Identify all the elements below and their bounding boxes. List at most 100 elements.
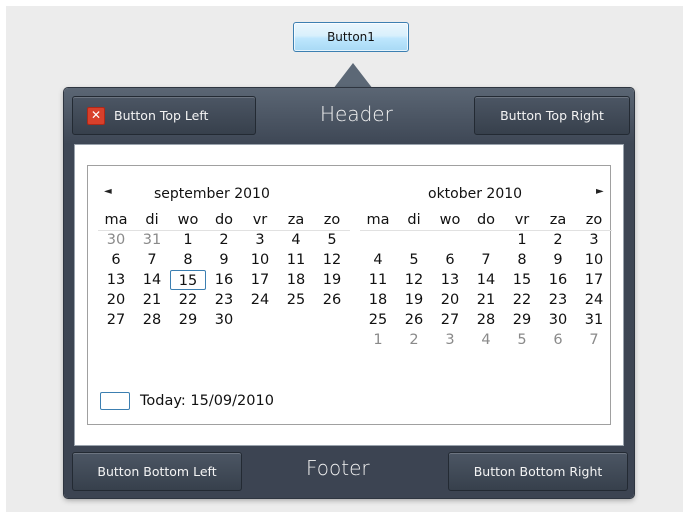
empty-cell bbox=[278, 310, 314, 330]
button-top-right[interactable]: Button Top Right bbox=[474, 96, 630, 135]
day-cell[interactable]: 30 bbox=[206, 310, 242, 330]
next-month-icon[interactable]: ► bbox=[596, 186, 604, 197]
day-cell[interactable]: 2 bbox=[540, 230, 576, 250]
week-row: 18 19 20 21 22 23 24 bbox=[360, 290, 612, 310]
day-cell[interactable]: 29 bbox=[170, 310, 206, 330]
button-bottom-right[interactable]: Button Bottom Right bbox=[448, 452, 628, 491]
weekday-label: wo bbox=[439, 212, 461, 228]
selected-day-cell[interactable]: 15 bbox=[170, 270, 206, 290]
day-cell[interactable]: 10 bbox=[242, 250, 278, 270]
week-row: 30 31 1 2 3 4 5 bbox=[98, 230, 350, 250]
day-cell[interactable]: 2 bbox=[206, 230, 242, 250]
day-cell[interactable]: 8 bbox=[504, 250, 540, 270]
day-cell[interactable]: 26 bbox=[396, 310, 432, 330]
day-cell[interactable]: 27 bbox=[98, 310, 134, 330]
day-cell[interactable]: 7 bbox=[576, 330, 612, 350]
day-cell[interactable]: 19 bbox=[396, 290, 432, 310]
day-cell[interactable]: 25 bbox=[360, 310, 396, 330]
day-cell[interactable]: 23 bbox=[206, 290, 242, 310]
button1-label: Button1 bbox=[327, 30, 375, 44]
popup-panel: ✕ Button Top Left Header Button Top Righ… bbox=[64, 88, 634, 498]
button-bottom-right-label: Button Bottom Right bbox=[473, 464, 603, 479]
today-label: Today: 15/09/2010 bbox=[140, 393, 274, 409]
day-cell[interactable]: 1 bbox=[504, 230, 540, 250]
day-cell[interactable]: 17 bbox=[242, 270, 278, 290]
day-cell[interactable]: 11 bbox=[278, 250, 314, 270]
week-row: 25 26 27 28 29 30 31 bbox=[360, 310, 612, 330]
day-cell[interactable]: 16 bbox=[206, 270, 242, 290]
day-cell[interactable]: 18 bbox=[278, 270, 314, 290]
day-cell[interactable]: 7 bbox=[468, 250, 504, 270]
day-cell[interactable]: 20 bbox=[98, 290, 134, 310]
day-cell[interactable]: 15 bbox=[504, 270, 540, 290]
day-cell[interactable]: 1 bbox=[360, 330, 396, 350]
day-cell[interactable]: 14 bbox=[468, 270, 504, 290]
button-top-right-label: Button Top Right bbox=[500, 108, 604, 123]
day-cell[interactable]: 7 bbox=[134, 250, 170, 270]
empty-cell bbox=[314, 330, 350, 350]
day-cell[interactable]: 23 bbox=[540, 290, 576, 310]
day-cell[interactable]: 4 bbox=[278, 230, 314, 250]
day-cell[interactable]: 13 bbox=[432, 270, 468, 290]
month-title-oktober[interactable]: oktober 2010 bbox=[428, 186, 522, 202]
empty-cell bbox=[432, 230, 468, 250]
weekday-label: di bbox=[407, 212, 421, 228]
day-cell[interactable]: 10 bbox=[576, 250, 612, 270]
week-row: 27 28 29 30 bbox=[98, 310, 350, 330]
day-cell[interactable]: 1 bbox=[170, 230, 206, 250]
day-cell[interactable]: 6 bbox=[432, 250, 468, 270]
day-cell[interactable]: 27 bbox=[432, 310, 468, 330]
day-cell[interactable]: 11 bbox=[360, 270, 396, 290]
button-top-left[interactable]: ✕ Button Top Left bbox=[72, 96, 256, 135]
previous-month-icon[interactable]: ◄ bbox=[104, 186, 112, 197]
weekday-header-row: ma di wo do vr za zo bbox=[98, 210, 350, 230]
day-cell[interactable]: 12 bbox=[396, 270, 432, 290]
day-cell[interactable]: 28 bbox=[134, 310, 170, 330]
day-cell[interactable]: 30 bbox=[98, 230, 134, 250]
day-cell[interactable]: 22 bbox=[170, 290, 206, 310]
day-cell[interactable]: 22 bbox=[504, 290, 540, 310]
empty-cell bbox=[278, 330, 314, 350]
day-cell[interactable]: 26 bbox=[314, 290, 350, 310]
day-cell[interactable]: 20 bbox=[432, 290, 468, 310]
day-cell[interactable]: 5 bbox=[396, 250, 432, 270]
weekday-label: do bbox=[214, 212, 234, 228]
day-cell[interactable]: 9 bbox=[540, 250, 576, 270]
day-cell[interactable]: 18 bbox=[360, 290, 396, 310]
day-cell[interactable]: 16 bbox=[540, 270, 576, 290]
day-cell[interactable]: 3 bbox=[432, 330, 468, 350]
day-cell[interactable]: 17 bbox=[576, 270, 612, 290]
day-cell[interactable]: 30 bbox=[540, 310, 576, 330]
day-cell[interactable]: 28 bbox=[468, 310, 504, 330]
day-cell[interactable]: 12 bbox=[314, 250, 350, 270]
button1[interactable]: Button1 bbox=[293, 22, 409, 52]
week-row: 11 12 13 14 15 16 17 bbox=[360, 270, 612, 290]
weekday-label: vr bbox=[252, 212, 268, 228]
day-cell[interactable]: 31 bbox=[134, 230, 170, 250]
day-cell[interactable]: 8 bbox=[170, 250, 206, 270]
day-cell[interactable]: 25 bbox=[278, 290, 314, 310]
day-cell[interactable]: 19 bbox=[314, 270, 350, 290]
day-cell[interactable]: 6 bbox=[540, 330, 576, 350]
day-cell[interactable]: 31 bbox=[576, 310, 612, 330]
day-cell[interactable]: 24 bbox=[242, 290, 278, 310]
week-row: 20 21 22 23 24 25 26 bbox=[98, 290, 350, 310]
today-link[interactable]: Today: 15/09/2010 bbox=[100, 392, 274, 410]
day-cell[interactable]: 14 bbox=[134, 270, 170, 290]
day-cell[interactable]: 3 bbox=[576, 230, 612, 250]
day-cell[interactable]: 6 bbox=[98, 250, 134, 270]
day-cell[interactable]: 5 bbox=[504, 330, 540, 350]
day-cell[interactable]: 21 bbox=[468, 290, 504, 310]
day-cell[interactable]: 21 bbox=[134, 290, 170, 310]
day-cell[interactable]: 4 bbox=[468, 330, 504, 350]
day-cell[interactable]: 4 bbox=[360, 250, 396, 270]
month-title-september[interactable]: september 2010 bbox=[154, 186, 270, 202]
button-bottom-left[interactable]: Button Bottom Left bbox=[72, 452, 242, 491]
day-cell[interactable]: 13 bbox=[98, 270, 134, 290]
day-cell[interactable]: 9 bbox=[206, 250, 242, 270]
day-cell[interactable]: 3 bbox=[242, 230, 278, 250]
day-cell[interactable]: 24 bbox=[576, 290, 612, 310]
day-cell[interactable]: 5 bbox=[314, 230, 350, 250]
day-cell[interactable]: 2 bbox=[396, 330, 432, 350]
day-cell[interactable]: 29 bbox=[504, 310, 540, 330]
